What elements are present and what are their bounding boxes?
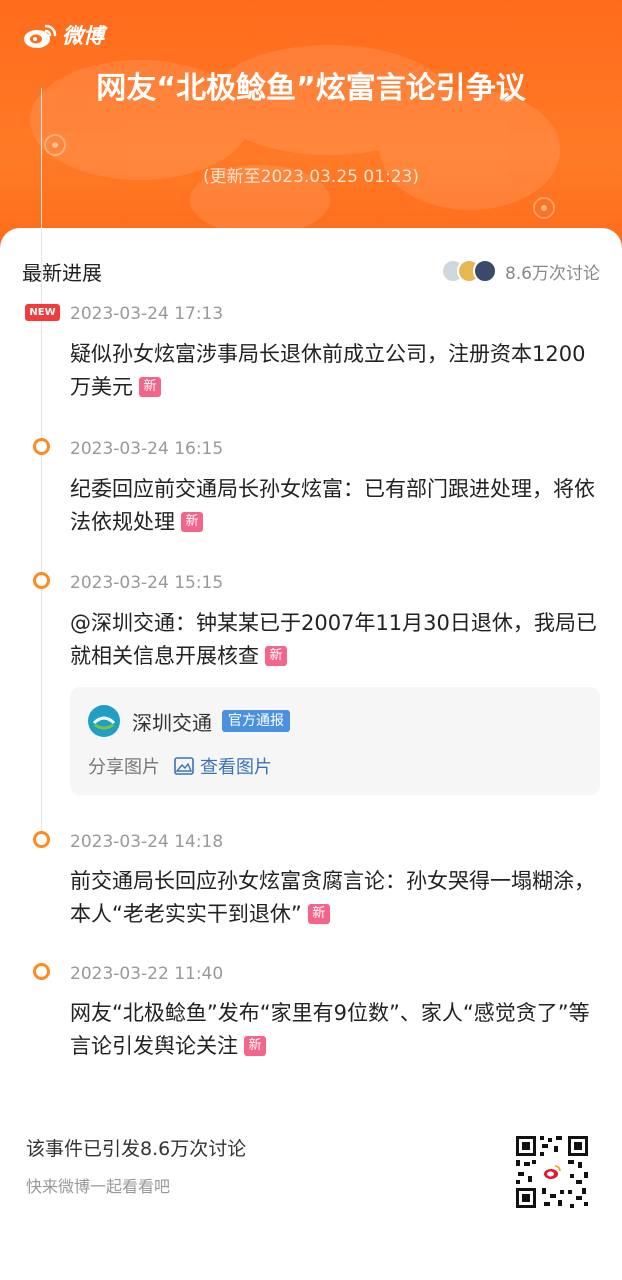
timeline-line — [41, 88, 42, 848]
footer-subtitle: 快来微博一起看看吧 — [26, 1177, 171, 1196]
view-image-label: 查看图片 — [200, 757, 272, 778]
timeline-text-content: 纪委回应前交通局长孙女炫富：已有部门跟进处理，将依法依规处理 — [70, 477, 595, 534]
official-tag: 官方通报 — [222, 710, 290, 732]
account-name: 深圳交通 — [132, 710, 212, 735]
footer: 该事件已引发8.6万次讨论 快来微博一起看看吧 — [26, 1134, 246, 1197]
new-tag: 新 — [139, 377, 161, 397]
view-image-link[interactable]: 查看图片 — [174, 753, 272, 779]
new-tag: 新 — [181, 512, 203, 532]
timeline-text-content: @深圳交通：钟某某已于2007年11月30日退休，我局已就相关信息开展核查 — [70, 611, 597, 668]
footer-title: 该事件已引发8.6万次讨论 — [26, 1138, 247, 1160]
new-tag: 新 — [244, 1036, 266, 1056]
timeline-time: 2023-03-24 15:15 — [70, 573, 224, 593]
timeline-dot — [33, 572, 50, 589]
topic-headline: 网友“北极鲶鱼”炫富言论引争议 — [96, 71, 526, 106]
timeline-text[interactable]: 网友“北极鲶鱼”发布“家里有9位数”、家人“感觉贪了”等言论引发舆论关注新 — [70, 997, 600, 1063]
avatar-stack — [440, 259, 497, 283]
card-header: 最新进展 8.6万次讨论 — [22, 256, 600, 286]
timeline-text-content: 网友“北极鲶鱼”发布“家里有9位数”、家人“感觉贪了”等言论引发舆论关注 — [70, 1001, 590, 1058]
discussion-count: 8.6万次讨论 — [504, 263, 600, 284]
timeline-time: 2023-03-22 11:40 — [70, 964, 224, 984]
hero-banner: 微博 网友“北极鲶鱼”炫富言论引争议 (更新至2023.03.25 01:23) — [0, 0, 622, 260]
timeline-dot — [33, 831, 50, 848]
timeline-time: 2023-03-24 14:18 — [70, 832, 224, 852]
timeline-text[interactable]: @深圳交通：钟某某已于2007年11月30日退休，我局已就相关信息开展核查新 — [70, 607, 600, 673]
timeline-time: 2023-03-24 16:15 — [70, 439, 224, 459]
new-badge: NEW — [25, 304, 60, 321]
weibo-logo: 微博 — [22, 20, 104, 50]
timeline-dot — [33, 963, 50, 980]
discussion-summary[interactable]: 8.6万次讨论 — [440, 259, 600, 284]
official-post-card[interactable]: 深圳交通 官方通报 分享图片 查看图片 — [70, 687, 600, 795]
weibo-eye-icon — [24, 24, 57, 48]
new-tag: 新 — [307, 904, 330, 924]
new-tag: 新 — [265, 646, 287, 666]
qr-code-icon[interactable] — [514, 1134, 590, 1210]
image-icon — [174, 757, 194, 775]
update-timestamp: (更新至2023.03.25 01:23) — [203, 167, 419, 187]
card-title: 最新进展 — [22, 260, 102, 285]
avatar — [472, 259, 497, 283]
timeline-text[interactable]: 前交通局长回应孙女炫富贪腐言论：孙女哭得一塌糊涂，本人“老老实实干到退休” 新 — [70, 865, 600, 931]
post-account[interactable]: 深圳交通 官方通报 — [88, 705, 290, 737]
brand-name: 微博 — [62, 24, 104, 48]
timeline-text[interactable]: 疑似孙女炫富涉事局长退休前成立公司，注册资本1200万美元新 — [70, 338, 600, 404]
shenzhen-transport-logo-icon — [88, 705, 120, 737]
timeline-text[interactable]: 纪委回应前交通局长孙女炫富：已有部门跟进处理，将依法依规处理新 — [70, 473, 600, 539]
timeline-time: 2023-03-24 17:13 — [70, 304, 224, 324]
post-actions: 分享图片 查看图片 — [88, 753, 272, 779]
timeline-dot — [33, 438, 50, 455]
share-image-label: 分享图片 — [88, 757, 160, 778]
timeline-text-content: 前交通局长回应孙女炫富贪腐言论：孙女哭得一塌糊涂，本人“老老实实干到退休” — [70, 869, 595, 926]
